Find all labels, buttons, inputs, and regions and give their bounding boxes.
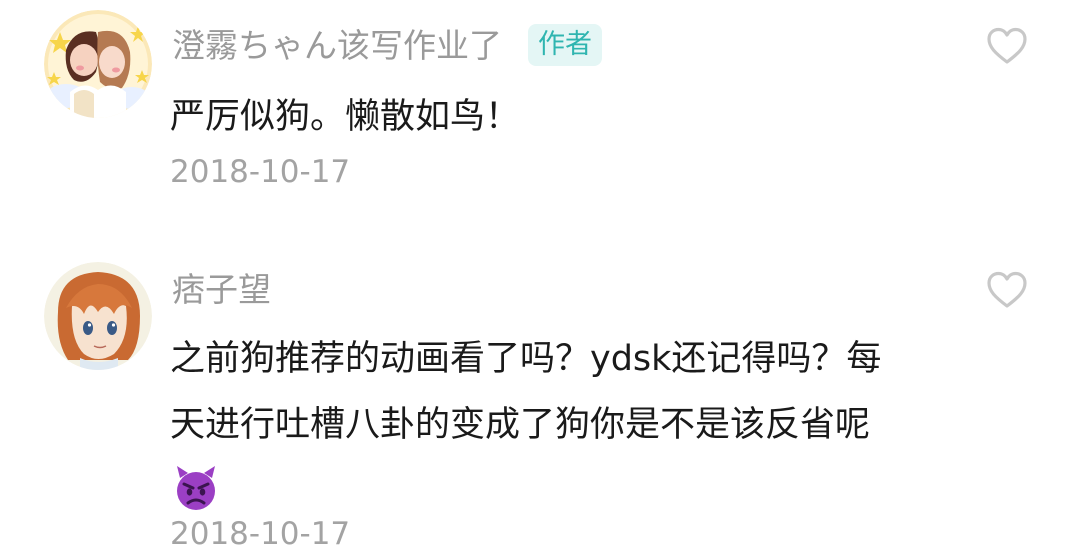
anime-girl-avatar-icon: [44, 262, 152, 370]
user-avatar[interactable]: [44, 262, 152, 370]
comment-content: 严厉似狗。懒散如鸟！: [170, 84, 970, 150]
comment-item: 痞子望 之前狗推荐的动画看了吗？ydsk还记得吗？每 天进行吐槽八卦的变成了狗你…: [0, 250, 1080, 556]
comment-text-line: 之前狗推荐的动画看了吗？ydsk还记得吗？每: [170, 339, 882, 379]
heart-outline-icon: [987, 271, 1027, 308]
comment-timestamp: 2018-10-17: [170, 516, 351, 552]
anime-couple-avatar-icon: [44, 10, 152, 118]
author-badge: 作者: [528, 24, 602, 66]
comment-item: 澄霧ちゃん该写作业了 作者 严厉似狗。懒散如鸟！ 2018-10-17: [0, 0, 1080, 230]
comment-timestamp: 2018-10-17: [170, 154, 351, 190]
like-button[interactable]: [985, 26, 1029, 66]
like-button[interactable]: [985, 270, 1029, 310]
username[interactable]: 痞子望: [172, 270, 271, 310]
comment-content: 之前狗推荐的动画看了吗？ydsk还记得吗？每 天进行吐槽八卦的变成了狗你是不是该…: [170, 326, 970, 512]
comment-text-line: 严厉似狗。懒散如鸟！: [170, 97, 521, 137]
angry-devil-emoji-icon: [177, 466, 215, 510]
comment-text-line: 天进行吐槽八卦的变成了狗你是不是该反省呢: [170, 405, 871, 445]
heart-outline-icon: [987, 27, 1027, 64]
user-avatar[interactable]: [44, 10, 152, 118]
username[interactable]: 澄霧ちゃん该写作业了: [172, 26, 502, 66]
